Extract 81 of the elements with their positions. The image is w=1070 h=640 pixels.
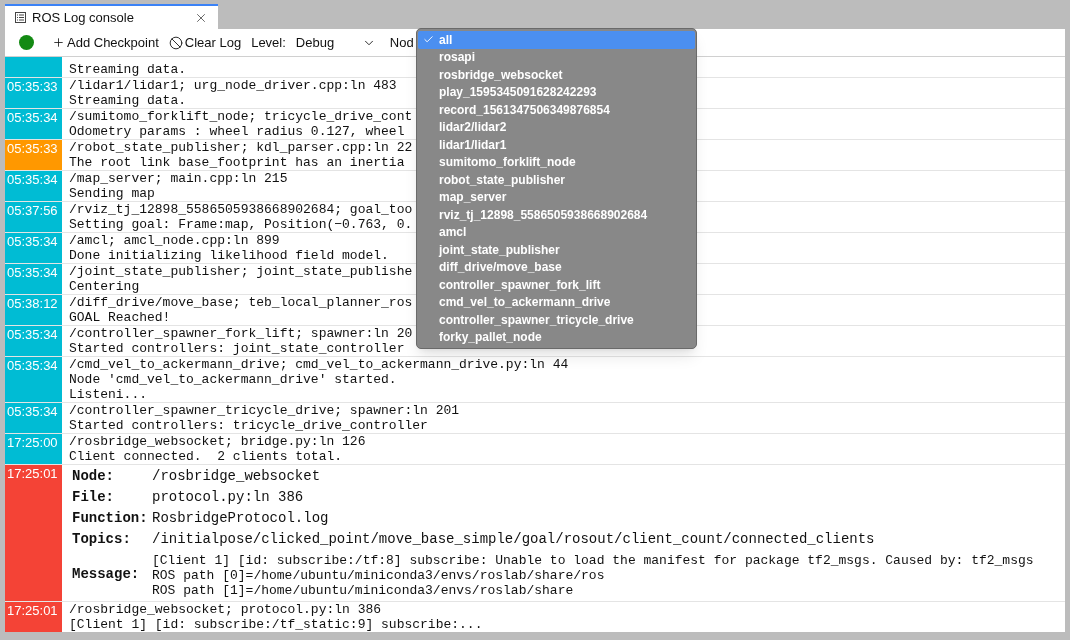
log-message-line: /diff_drive/move_base; teb_local_planner_ros bbox=[69, 295, 413, 310]
message-line: ROS path [1]=/home/ubuntu/miniconda3/envs/roslab/share bbox=[152, 583, 575, 598]
log-time-cell: 05:35:34 bbox=[5, 109, 62, 139]
node-label: Nod bbox=[389, 33, 414, 52]
log-message-line: Odometry params : wheel radius 0.127, wheel bbox=[69, 124, 406, 139]
add-checkpoint-button[interactable]: Add Checkpoint bbox=[52, 32, 159, 53]
node-menu-item[interactable]: rviz_tj_12898_5586505938668902684 bbox=[418, 206, 695, 224]
field-value: RosbridgeProtocol.log bbox=[152, 509, 329, 528]
log-message-line: Done initializing likelihood field model. bbox=[69, 248, 389, 263]
node-menu-item[interactable]: rosbridge_websocket bbox=[418, 66, 695, 84]
log-message-line: Streaming data. bbox=[69, 62, 187, 77]
node-menu-item[interactable]: play_1595345091628242293 bbox=[418, 83, 695, 101]
log-message-line: Streaming data. bbox=[69, 93, 188, 108]
message-line: [Client 1] [id: subscribe:/tf:8] subscribe: Unable to load the manifest for package tf2_msgs. Caused by: tf2_msgs bbox=[152, 553, 1034, 568]
log-message-line: The root link base_footprint has an inertia bbox=[69, 155, 406, 170]
log-time-cell: 05:35:33 bbox=[5, 140, 62, 170]
log-message-line: /rviz_tj_12898_5586505938668902684; goal_too bbox=[69, 202, 413, 217]
node-menu-item[interactable]: map_server bbox=[418, 188, 695, 206]
log-time-cell: 05:35:34 bbox=[5, 357, 62, 402]
log-time-cell: 05:35:34 bbox=[5, 171, 62, 201]
node-menu-item[interactable]: forky_pallet_node bbox=[418, 328, 695, 346]
log-message-line: [Client 1] [id: subscribe:/tf_static:9] subscribe:... bbox=[69, 617, 483, 632]
node-menu-item[interactable]: cmd_vel_to_ackermann_drive bbox=[418, 293, 695, 311]
node-menu-item[interactable]: robot_state_publisher bbox=[418, 171, 695, 189]
field-value: /initialpose/clicked_point/move_base_simple/goal/rosout/client_count/connected_clients bbox=[152, 530, 875, 549]
level-select[interactable]: Debug bbox=[295, 32, 380, 53]
log-message-line: Client connected. 2 clients total. bbox=[69, 449, 344, 464]
node-menu-item[interactable]: all bbox=[418, 31, 695, 49]
log-message-line: Centering bbox=[69, 279, 141, 294]
log-time-cell: 17:25:00 bbox=[5, 434, 62, 464]
field-value: protocol.py:ln 386 bbox=[152, 488, 304, 507]
log-message-line: /sumitomo_forklift_node; tricycle_drive_cont bbox=[69, 109, 413, 124]
log-message-line: Setting goal: Frame:map, Position(−0.763, 0. bbox=[69, 217, 413, 232]
node-menu-item[interactable]: lidar1/lidar1 bbox=[418, 136, 695, 154]
log-message-line: Started controllers: joint_state_controller bbox=[69, 341, 406, 356]
log-time-cell: 05:35:34 bbox=[5, 233, 62, 263]
log-message-line: Sending map bbox=[69, 186, 156, 201]
clear-log-button[interactable]: Clear Log bbox=[168, 32, 242, 53]
node-menu-item[interactable]: controller_spawner_fork_lift bbox=[418, 276, 695, 294]
node-menu-item[interactable]: controller_spawner_tricycle_drive bbox=[418, 311, 695, 329]
log-time-cell: 05:38:12 bbox=[5, 295, 62, 325]
node-menu-item[interactable]: record_1561347506349876854 bbox=[418, 101, 695, 119]
log-time-cell: 05:35:34 bbox=[5, 264, 62, 294]
log-message-line: Started controllers: tricycle_drive_controller bbox=[69, 418, 429, 433]
log-message-line: /joint_state_publisher; joint_state_publishe bbox=[69, 264, 413, 279]
node-menu-item[interactable]: lidar2/lidar2 bbox=[418, 118, 695, 136]
field-value: /rosbridge_websocket bbox=[152, 467, 321, 486]
log-message-line: /robot_state_publisher; kdl_parser.cpp:ln 22 bbox=[69, 140, 413, 155]
node-menu-item[interactable]: joint_state_publisher bbox=[418, 241, 695, 259]
plus-icon bbox=[52, 36, 65, 49]
ban-icon bbox=[168, 35, 183, 50]
field-label: Node: bbox=[72, 467, 115, 486]
log-message-line: /lidar1/lidar1; urg_node_driver.cpp:ln 483 bbox=[69, 78, 397, 93]
field-label: Function: bbox=[72, 509, 149, 528]
log-message-line: /map_server; main.cpp:ln 215 bbox=[69, 171, 288, 186]
log-time-cell: 05:35:33 bbox=[5, 78, 62, 108]
node-menu-item[interactable]: amcl bbox=[418, 223, 695, 241]
level-label: Level: bbox=[251, 33, 286, 52]
log-message-line: /amcl; amcl_node.cpp:ln 899 bbox=[69, 233, 281, 248]
node-menu-item[interactable]: sumitomo_forklift_node bbox=[418, 153, 695, 171]
log-message-line: /controller_spawner_fork_lift; spawner:ln 20 bbox=[69, 326, 413, 341]
log-message-line: /cmd_vel_to_ackermann_drive; cmd_vel_to_ackermann_drive.py:ln 44 bbox=[69, 357, 569, 372]
log-time-cell: 17:25:01 bbox=[5, 465, 62, 601]
log-message-line: /rosbridge_websocket; bridge.py:ln 126 bbox=[69, 434, 366, 449]
node-menu-item[interactable]: diff_drive/move_base bbox=[418, 258, 695, 276]
log-message-line: /controller_spawner_tricycle_drive; spawner:ln 201 bbox=[69, 403, 460, 418]
log-message-line: GOAL Reached! bbox=[69, 310, 172, 325]
log-time-cell: 17:25:01 bbox=[5, 602, 62, 632]
field-label: File: bbox=[72, 488, 115, 507]
node-menu-item[interactable]: rosapi bbox=[418, 48, 695, 66]
log-message-line: Listeni... bbox=[69, 387, 148, 402]
field-label: Topics: bbox=[72, 530, 132, 549]
list-icon bbox=[15, 12, 26, 23]
message-line: ROS path [0]=/home/ubuntu/miniconda3/envs/roslab/share/ros bbox=[152, 568, 606, 583]
log-console-tab[interactable]: ROS Log console bbox=[5, 4, 218, 29]
log-message-line: /rosbridge_websocket; protocol.py:ln 386 bbox=[69, 602, 383, 617]
log-time-cell: 05:37:56 bbox=[5, 202, 62, 232]
field-label: Message: bbox=[72, 564, 141, 584]
log-message-line: Node 'cmd_vel_to_ackermann_drive' started. bbox=[69, 372, 398, 387]
log-time-cell: 05:35:34 bbox=[5, 326, 62, 356]
log-time-cell: 05:35:34 bbox=[5, 403, 62, 433]
